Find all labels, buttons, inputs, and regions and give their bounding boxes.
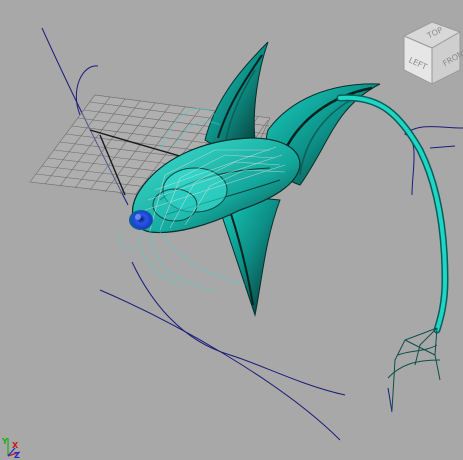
- tail[interactable]: [336, 94, 449, 411]
- 3d-viewport[interactable]: TOP LEFT FRONT Y X Z: [0, 0, 463, 460]
- axis-gizmo: Y X Z: [0, 432, 28, 460]
- spline-curve-arc[interactable]: [131, 261, 346, 396]
- eye[interactable]: [129, 210, 153, 230]
- viewcube[interactable]: TOP LEFT FRONT: [398, 14, 463, 86]
- spline-tail-guide[interactable]: [387, 387, 393, 413]
- scene-canvas[interactable]: [0, 0, 463, 460]
- spline-curve-lower[interactable]: [99, 289, 341, 441]
- z-axis-label: Z: [14, 451, 20, 460]
- tail-fan[interactable]: [387, 327, 441, 411]
- x-axis-label: X: [12, 441, 19, 450]
- y-axis-label: Y: [1, 437, 8, 446]
- spline-curve-right-tick[interactable]: [429, 145, 456, 149]
